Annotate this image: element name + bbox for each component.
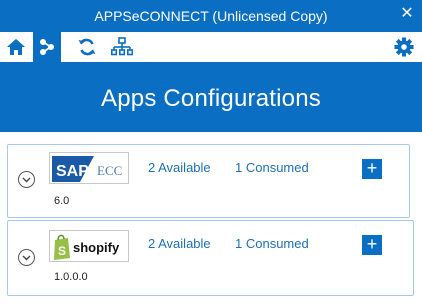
add-app-button[interactable]: + xyxy=(362,235,382,255)
app-version: 1.0.0.0 xyxy=(54,271,88,283)
page-title: Apps Configurations xyxy=(101,85,321,112)
svg-text:SAP: SAP xyxy=(56,163,89,180)
app-card-shopify: S shopify 1.0.0.0 2 Available 1 Consumed… xyxy=(7,220,414,296)
consumed-count[interactable]: 1 Consumed xyxy=(235,160,309,175)
hierarchy-icon[interactable] xyxy=(108,32,136,62)
close-icon[interactable]: ✕ xyxy=(400,6,414,22)
app-card-sap-ecc: SAP ECC 6.0 2 Available 1 Consumed + xyxy=(7,144,410,218)
shopify-bag-icon: S shopify xyxy=(54,234,120,260)
consumed-count[interactable]: 1 Consumed xyxy=(235,236,309,251)
available-count[interactable]: 2 Available xyxy=(148,236,211,251)
connections-icon[interactable] xyxy=(33,32,61,62)
svg-text:ECC: ECC xyxy=(97,163,122,178)
expand-chevron-icon[interactable] xyxy=(18,249,35,266)
home-icon[interactable] xyxy=(2,32,30,62)
toolbar xyxy=(0,32,422,62)
shopify-logo: S shopify xyxy=(49,230,129,262)
settings-icon[interactable] xyxy=(390,32,418,62)
svg-text:shopify: shopify xyxy=(73,240,120,255)
title-bar: APPSeCONNECT (Unlicensed Copy) ✕ xyxy=(0,0,422,32)
add-app-button[interactable]: + xyxy=(362,159,382,179)
window-title: APPSeCONNECT (Unlicensed Copy) xyxy=(94,8,328,24)
sync-icon[interactable] xyxy=(73,32,101,62)
page-banner: Apps Configurations xyxy=(0,62,422,132)
expand-chevron-icon[interactable] xyxy=(18,171,35,188)
sap-logo-icon: SAP ECC xyxy=(52,156,122,182)
app-window: APPSeCONNECT (Unlicensed Copy) ✕ Apps Co… xyxy=(0,0,422,305)
available-count[interactable]: 2 Available xyxy=(148,160,211,175)
sap-ecc-logo: SAP ECC xyxy=(49,152,129,184)
svg-text:S: S xyxy=(58,244,66,258)
app-version: 6.0 xyxy=(54,195,70,207)
